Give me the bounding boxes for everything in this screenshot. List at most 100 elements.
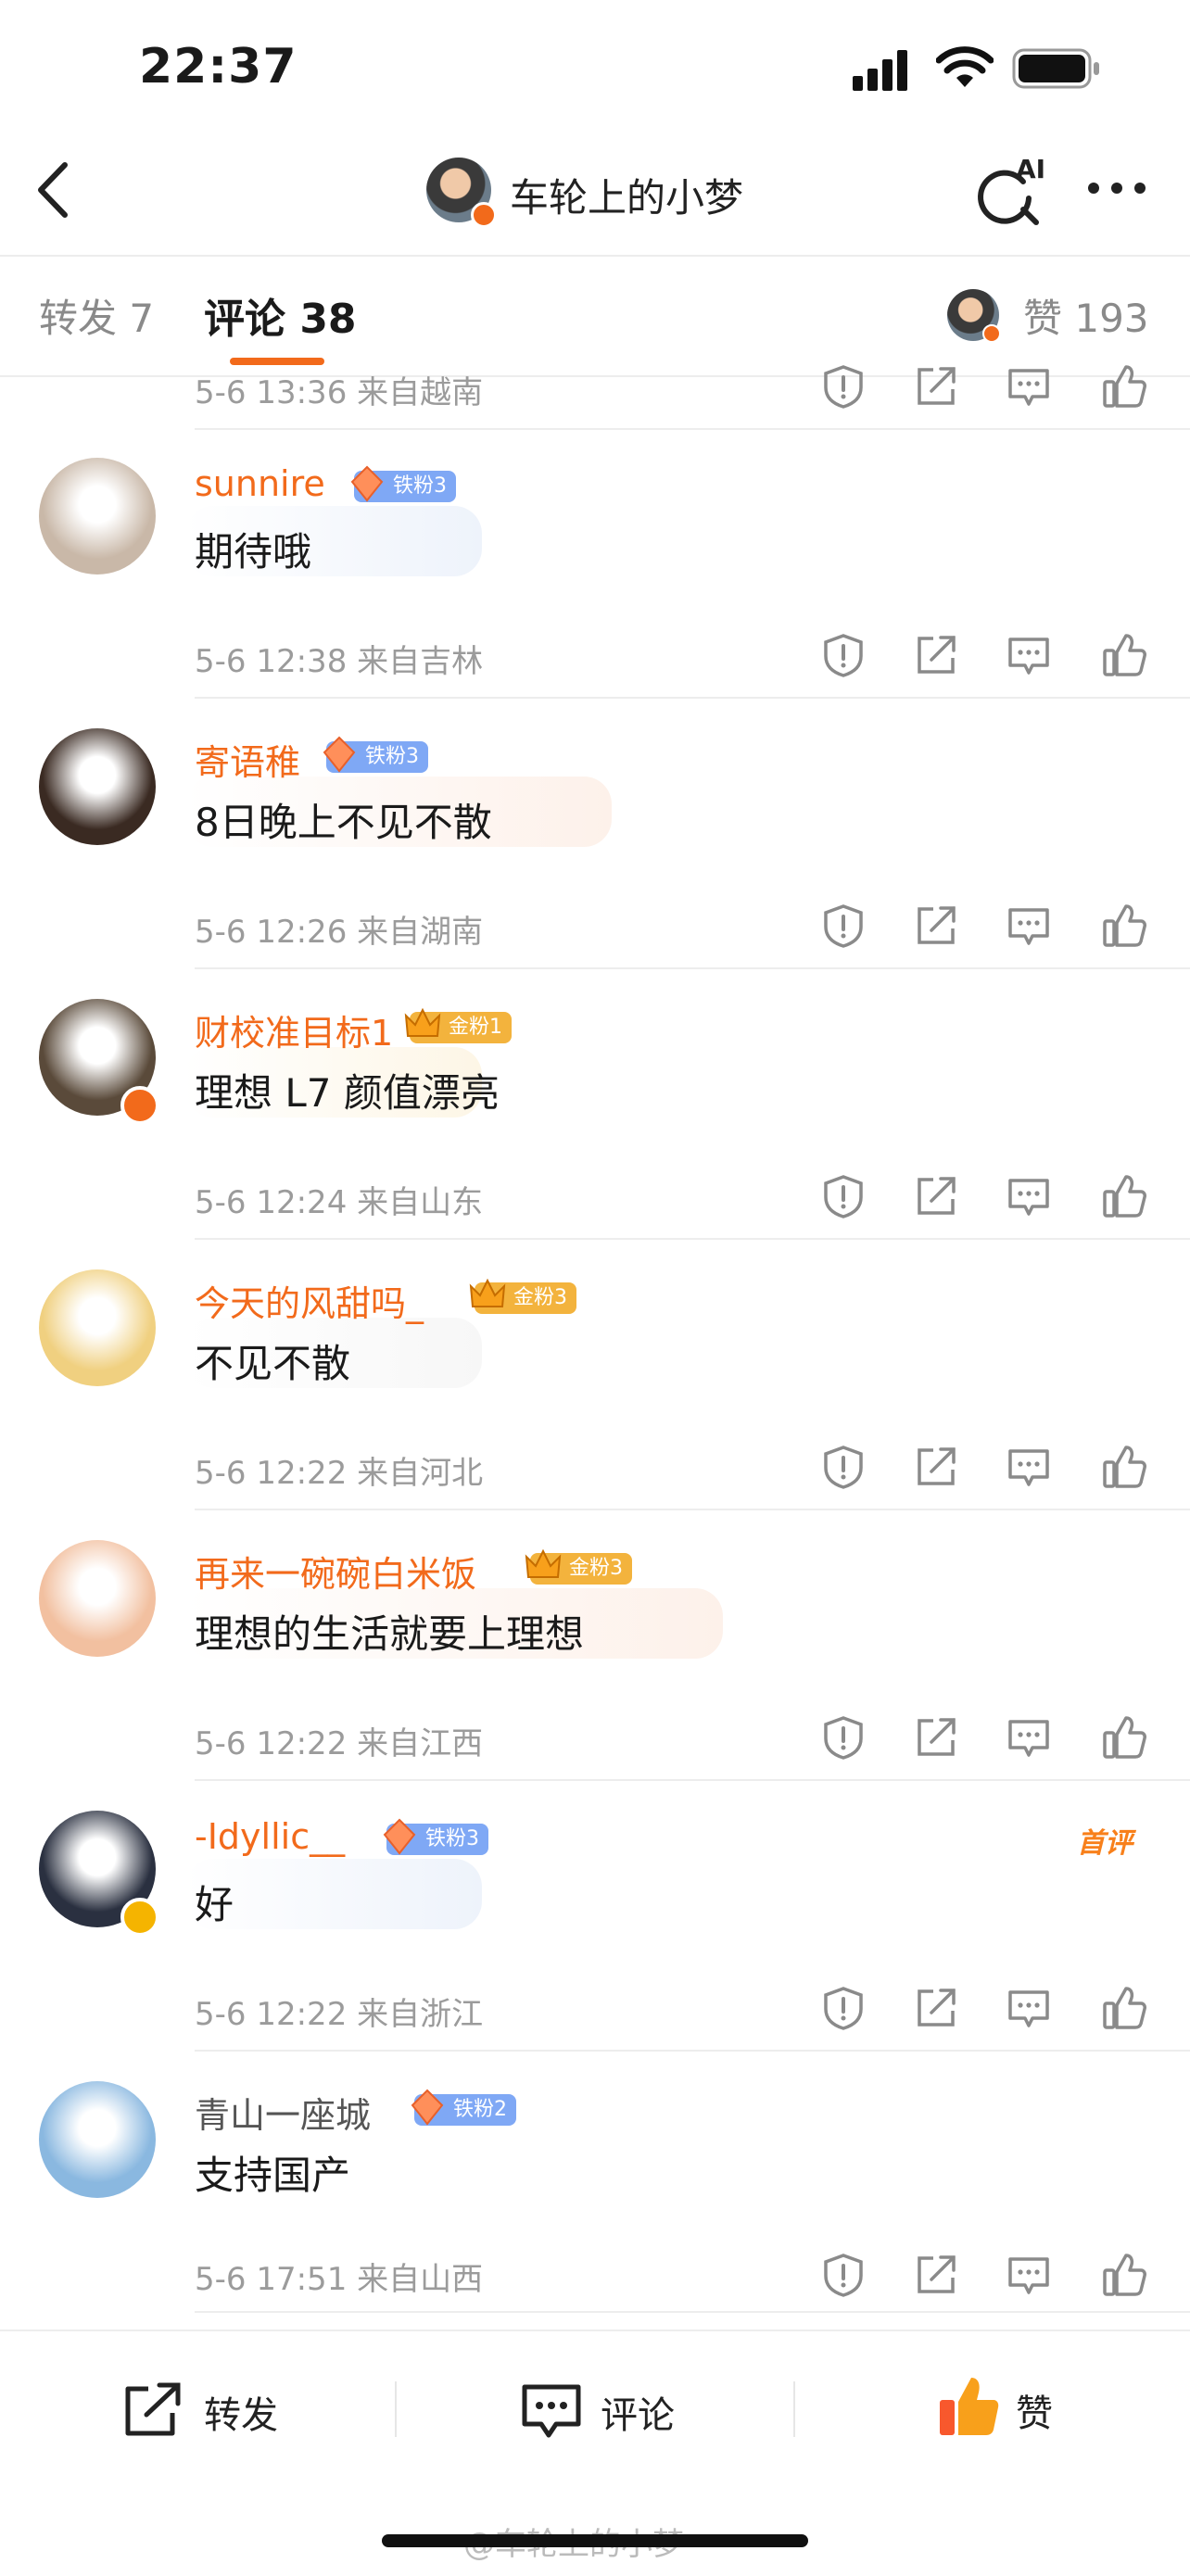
more-icon[interactable] xyxy=(1084,174,1149,202)
share-icon[interactable] xyxy=(913,1714,959,1761)
comment-meta: 5-6 13:36 来自越南 xyxy=(195,374,484,411)
comment-text[interactable]: 不见不散 xyxy=(195,1332,350,1389)
tab-comment[interactable]: 评论 38 xyxy=(204,285,357,345)
report-icon[interactable] xyxy=(820,2252,867,2298)
share-icon[interactable] xyxy=(913,1444,959,1490)
signal-icon xyxy=(853,50,907,91)
comment-meta: 5-6 17:51 来自山西 xyxy=(195,2261,484,2298)
divider xyxy=(195,2050,1190,2052)
comment-button[interactable]: 评论 xyxy=(519,2372,704,2446)
avatar[interactable] xyxy=(39,1269,156,1386)
comment-text[interactable]: 理想 L7 颜值漂亮 xyxy=(195,1062,500,1118)
fan-badge[interactable]: 铁粉3 xyxy=(323,736,428,773)
tab-likes[interactable]: 赞 193 xyxy=(1023,287,1149,344)
report-icon[interactable] xyxy=(820,363,867,410)
commenter-name[interactable]: 寄语稚 xyxy=(195,734,300,785)
report-icon[interactable] xyxy=(820,1173,867,1219)
report-icon[interactable] xyxy=(820,1714,867,1761)
avatar[interactable] xyxy=(39,1540,156,1657)
like-icon[interactable] xyxy=(1101,1714,1147,1761)
share-icon[interactable] xyxy=(913,632,959,678)
report-icon[interactable] xyxy=(820,1985,867,2031)
report-icon[interactable] xyxy=(820,903,867,949)
ai-search-icon[interactable]: AI xyxy=(975,154,1049,230)
author-name[interactable]: 车轮上的小梦 xyxy=(510,167,743,223)
comment-text[interactable]: 理想的生活就要上理想 xyxy=(195,1603,584,1660)
commenter-name[interactable]: 今天的风甜吗_ xyxy=(195,1275,424,1326)
like-icon[interactable] xyxy=(1101,2252,1147,2298)
commenter-name[interactable]: 再来一碗碗白米饭 xyxy=(195,1546,476,1597)
reply-icon[interactable] xyxy=(1006,632,1052,678)
comment-meta: 5-6 12:26 来自湖南 xyxy=(195,914,484,951)
fan-badge[interactable]: 铁粉3 xyxy=(383,1818,488,1855)
avatar[interactable] xyxy=(39,458,156,575)
divider xyxy=(195,1509,1190,1510)
commenter-name[interactable]: -Idyllic__ xyxy=(195,1816,345,1857)
divider xyxy=(195,1779,1190,1781)
reply-icon[interactable] xyxy=(1006,1444,1052,1490)
share-icon[interactable] xyxy=(913,903,959,949)
back-icon[interactable] xyxy=(28,158,83,222)
diamond-icon xyxy=(347,463,387,504)
commenter-name[interactable]: 财校准目标1 xyxy=(195,1004,393,1055)
like-icon[interactable] xyxy=(1101,903,1147,949)
gold-crown-icon xyxy=(467,1275,508,1316)
comment-text[interactable]: 8日晚上不见不散 xyxy=(195,791,492,848)
diamond-icon xyxy=(379,1816,420,1857)
repost-label: 转发 xyxy=(204,2394,278,2437)
repost-button[interactable]: 转发 xyxy=(120,2372,306,2446)
battery-icon xyxy=(1012,48,1099,89)
comment-meta: 5-6 12:24 来自山东 xyxy=(195,1184,484,1221)
like-icon[interactable] xyxy=(1101,632,1147,678)
comment-text[interactable]: 期待哦 xyxy=(195,521,311,577)
fan-badge[interactable]: 铁粉2 xyxy=(411,2089,516,2126)
repost-icon xyxy=(125,2382,181,2436)
fan-badge-label: 金粉1 xyxy=(449,1016,502,1039)
divider xyxy=(195,967,1190,969)
divider xyxy=(195,1238,1190,1240)
like-icon[interactable] xyxy=(1101,363,1147,410)
fan-badge-label: 金粉3 xyxy=(569,1557,623,1580)
like-icon[interactable] xyxy=(1101,1173,1147,1219)
fan-badge[interactable]: 金粉3 xyxy=(525,1548,632,1585)
avatar[interactable] xyxy=(39,728,156,845)
avatar[interactable] xyxy=(39,2081,156,2198)
like-icon[interactable] xyxy=(1101,1985,1147,2031)
divider xyxy=(395,2381,397,2437)
verified-badge xyxy=(982,324,1001,343)
status-time: 22:37 xyxy=(139,39,298,95)
comment-meta: 5-6 12:22 来自河北 xyxy=(195,1455,484,1492)
gold-crown-icon xyxy=(402,1004,443,1045)
report-icon[interactable] xyxy=(820,632,867,678)
fan-badge-label: 铁粉3 xyxy=(365,745,419,768)
divider xyxy=(793,2381,795,2437)
reply-icon[interactable] xyxy=(1006,2252,1052,2298)
share-icon[interactable] xyxy=(913,1173,959,1219)
reply-icon[interactable] xyxy=(1006,363,1052,410)
divider xyxy=(195,2311,1190,2313)
active-tab-indicator xyxy=(230,358,324,365)
report-icon[interactable] xyxy=(820,1444,867,1490)
commenter-name[interactable]: sunnire xyxy=(195,463,325,504)
reply-icon[interactable] xyxy=(1006,903,1052,949)
like-icon xyxy=(940,2378,999,2435)
verified-badge xyxy=(120,1898,159,1937)
share-icon[interactable] xyxy=(913,2252,959,2298)
comment-text[interactable]: 支持国产 xyxy=(195,2144,350,2201)
share-icon[interactable] xyxy=(913,1985,959,2031)
comment-meta: 5-6 12:22 来自浙江 xyxy=(195,1996,484,2033)
comment-text[interactable]: 好 xyxy=(195,1874,234,1930)
fan-badge[interactable]: 金粉3 xyxy=(469,1278,576,1314)
like-label: 赞 xyxy=(1016,2393,1053,2435)
like-button[interactable]: 赞 xyxy=(936,2368,1103,2446)
tab-repost[interactable]: 转发 7 xyxy=(39,287,154,344)
tab-bar xyxy=(0,255,1190,377)
share-icon[interactable] xyxy=(913,363,959,410)
fan-badge[interactable]: 金粉1 xyxy=(404,1007,512,1043)
commenter-name[interactable]: 青山一座城 xyxy=(195,2087,371,2138)
reply-icon[interactable] xyxy=(1006,1714,1052,1761)
fan-badge[interactable]: 铁粉3 xyxy=(350,465,456,502)
like-icon[interactable] xyxy=(1101,1444,1147,1490)
reply-icon[interactable] xyxy=(1006,1173,1052,1219)
reply-icon[interactable] xyxy=(1006,1985,1052,2031)
